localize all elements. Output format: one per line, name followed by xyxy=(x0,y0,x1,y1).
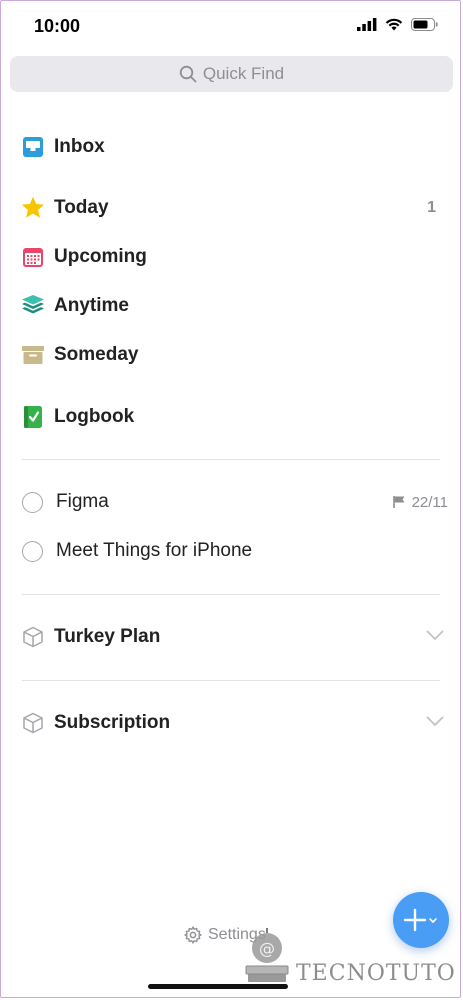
status-bar: 10:00 xyxy=(0,0,463,52)
cellular-signal-icon xyxy=(357,18,377,31)
watermark-text: TECNOTUTO xyxy=(296,961,456,986)
gear-icon xyxy=(184,926,202,944)
nav-label-someday: Someday xyxy=(54,344,139,365)
nav-item-anytime[interactable]: Anytime xyxy=(20,291,440,321)
calendar-icon xyxy=(20,244,46,270)
home-indicator[interactable] xyxy=(148,984,288,989)
nav-label-today: Today xyxy=(54,197,109,218)
area-subscription[interactable]: Subscription xyxy=(20,707,444,739)
divider xyxy=(22,459,440,460)
nav-item-logbook[interactable]: Logbook xyxy=(20,402,440,432)
status-time: 10:00 xyxy=(34,16,81,36)
area-turkey-plan[interactable]: Turkey Plan xyxy=(20,621,444,653)
todo-checkbox[interactable] xyxy=(22,491,43,513)
nav-label-logbook: Logbook xyxy=(54,406,135,427)
area-label: Turkey Plan xyxy=(54,626,161,647)
wifi-icon xyxy=(385,18,403,31)
todo-deadline: 22/11 xyxy=(392,494,448,511)
inbox-tray-icon xyxy=(20,134,46,160)
nav-label-upcoming: Upcoming xyxy=(54,246,147,267)
archive-box-icon xyxy=(20,342,46,368)
area-label: Subscription xyxy=(54,712,171,733)
watermark-logo-icon: @ xyxy=(245,928,289,982)
search-placeholder: Quick Find xyxy=(202,64,285,83)
quick-find-search[interactable]: Quick Find xyxy=(10,56,453,92)
checkbook-icon xyxy=(20,404,46,430)
divider xyxy=(22,594,440,595)
todo-deadline-date: 22/11 xyxy=(411,493,448,511)
todo-checkbox[interactable] xyxy=(22,540,43,562)
flag-icon xyxy=(392,496,405,508)
plus-icon xyxy=(403,908,437,932)
cube-icon xyxy=(20,710,46,736)
star-icon xyxy=(20,195,46,221)
chevron-down-icon[interactable] xyxy=(426,628,444,646)
search-icon xyxy=(179,65,197,83)
todo-label: Meet Things for iPhone xyxy=(56,540,253,561)
divider xyxy=(22,680,440,681)
todo-label: Figma xyxy=(56,491,109,512)
battery-icon xyxy=(411,18,438,31)
svg-text:@: @ xyxy=(259,939,275,958)
nav-label-anytime: Anytime xyxy=(54,295,129,316)
chevron-down-icon[interactable] xyxy=(426,714,444,732)
nav-item-today[interactable]: Today 1 xyxy=(20,193,440,223)
nav-item-inbox[interactable]: Inbox xyxy=(20,132,440,162)
cube-icon xyxy=(20,624,46,650)
nav-label-inbox: Inbox xyxy=(54,136,105,157)
todo-item-figma[interactable]: Figma 22/11 xyxy=(20,487,448,517)
today-count-badge: 1 xyxy=(427,199,436,216)
nav-item-someday[interactable]: Someday xyxy=(20,340,440,370)
add-new-button[interactable] xyxy=(393,892,449,948)
layers-icon xyxy=(20,293,46,319)
nav-item-upcoming[interactable]: Upcoming xyxy=(20,242,440,272)
todo-item-meet-things[interactable]: Meet Things for iPhone xyxy=(20,536,448,566)
status-icons xyxy=(357,18,439,31)
